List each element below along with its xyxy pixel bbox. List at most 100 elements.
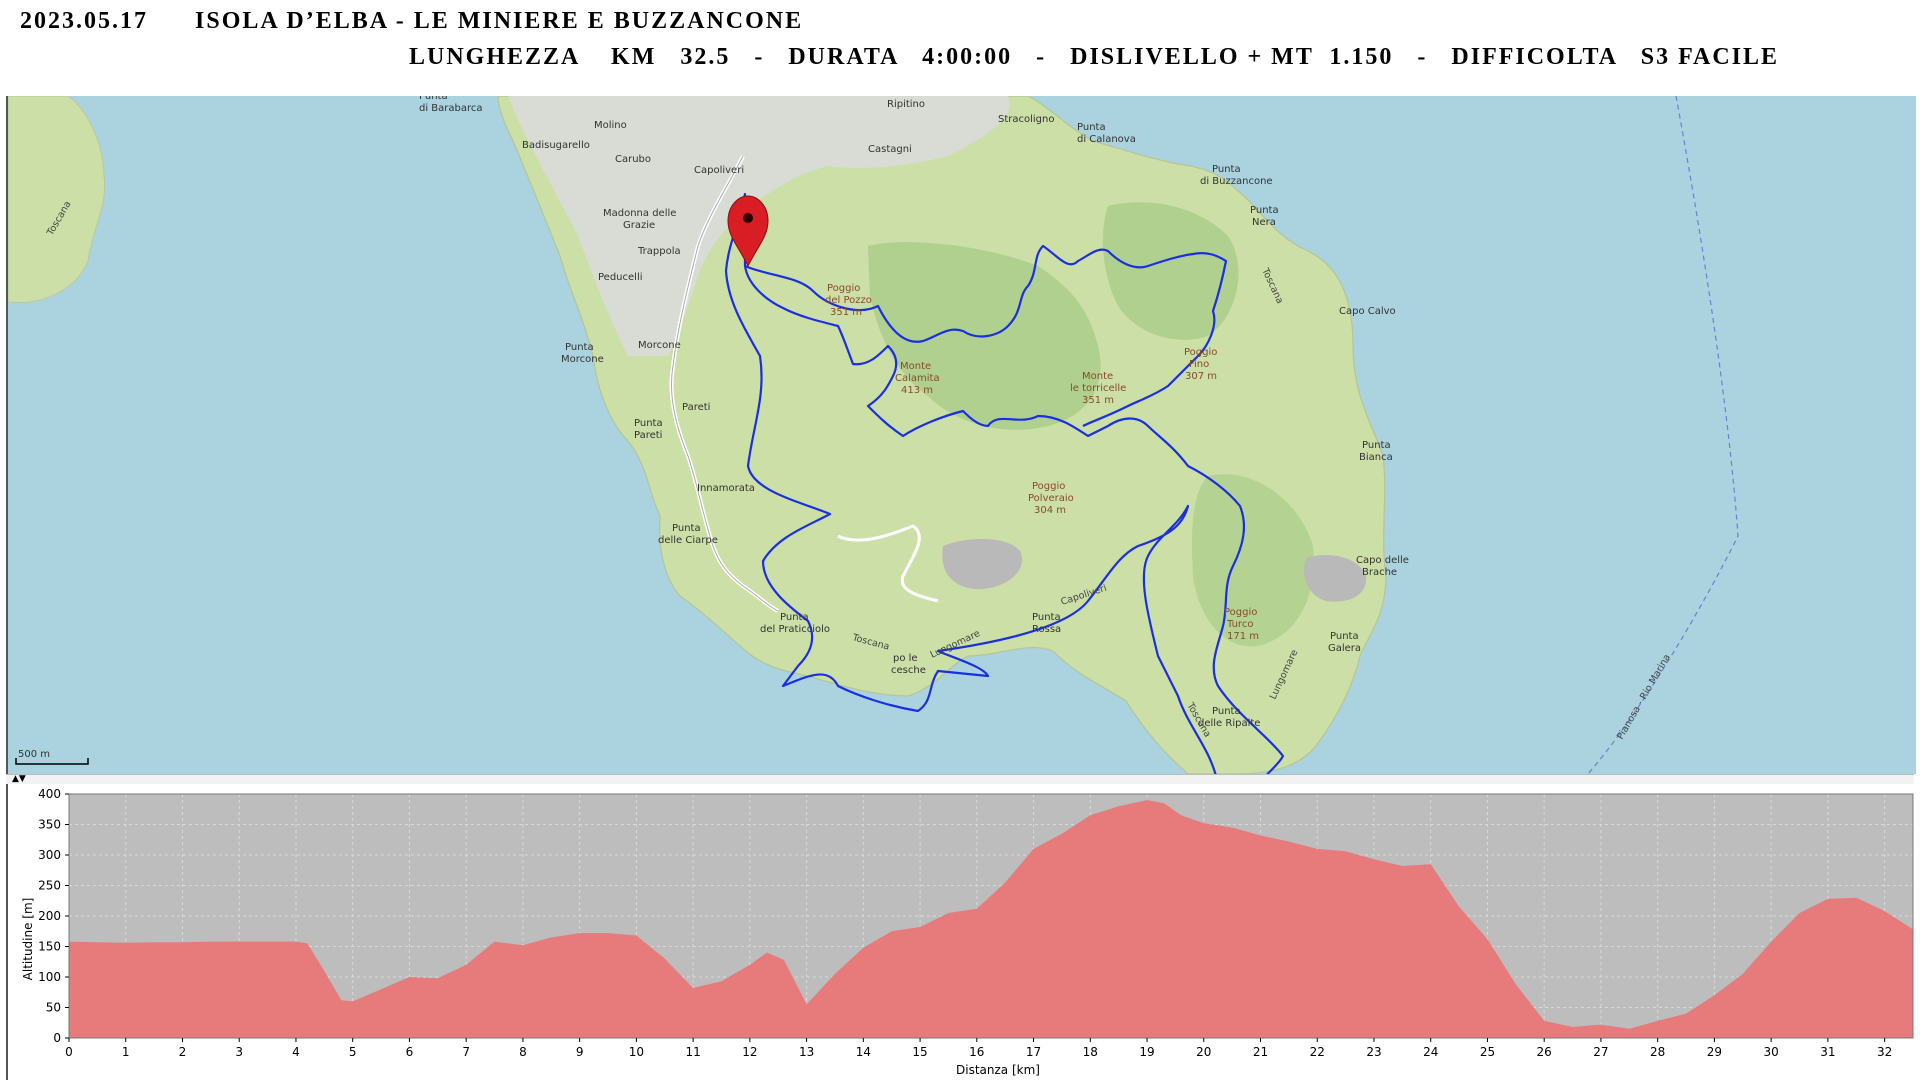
x-tick-label: 4 — [292, 1045, 300, 1059]
place-label: delle Ciarpe — [658, 535, 718, 546]
peak-label: Poggio — [1224, 607, 1257, 618]
peak-label: 351 m — [830, 307, 862, 318]
peak-label: 307 m — [1185, 371, 1217, 382]
place-label: Rossa — [1032, 624, 1061, 635]
x-axis-label: Distanza [km] — [956, 1063, 1040, 1077]
x-tick-label: 31 — [1820, 1045, 1835, 1059]
peak-label: Turco — [1226, 619, 1253, 630]
place-label: Castagni — [868, 144, 912, 155]
place-label: Badisugarello — [522, 140, 590, 151]
y-axis: 0 50 100 150 200 250 300 350 400 — [38, 787, 69, 1045]
place-label: Morcone — [561, 354, 604, 365]
x-tick-label: 0 — [65, 1045, 73, 1059]
x-tick-label: 9 — [576, 1045, 584, 1059]
x-tick-label: 21 — [1253, 1045, 1268, 1059]
scale-label: 500 m — [18, 749, 50, 760]
x-tick-label: 6 — [406, 1045, 414, 1059]
place-label: Grazie — [623, 220, 655, 231]
peak-label: le torricelle — [1070, 383, 1126, 394]
place-label: Punta — [780, 612, 809, 623]
place-label: Peducelli — [598, 272, 643, 283]
x-tick-label: 20 — [1196, 1045, 1211, 1059]
elevation-profile-panel: 0 50 100 150 200 250 300 350 400 0 1 2 3 4 5 6 7 8 9 10 11 1… — [6, 784, 1916, 1080]
peak-label: Monte — [900, 361, 931, 372]
y-tick-label: 300 — [38, 848, 61, 862]
place-label: Bianca — [1359, 452, 1393, 463]
x-tick-label: 23 — [1366, 1045, 1381, 1059]
peak-label: Poggio — [1184, 347, 1217, 358]
x-tick-label: 15 — [912, 1045, 927, 1059]
place-label: Pareti — [682, 402, 710, 413]
x-tick-label: 22 — [1310, 1045, 1325, 1059]
peak-label: Fino — [1189, 359, 1209, 370]
place-label: Punta — [1212, 164, 1241, 175]
x-tick-label: 17 — [1026, 1045, 1041, 1059]
place-label: Punta — [1362, 440, 1391, 451]
place-label: di Barabarca — [419, 103, 483, 114]
place-label: Punta — [1032, 612, 1061, 623]
y-tick-label: 150 — [38, 940, 61, 954]
x-tick-label: 10 — [629, 1045, 644, 1059]
x-tick-label: 19 — [1139, 1045, 1154, 1059]
x-tick-label: 24 — [1423, 1045, 1438, 1059]
place-label: po le — [893, 653, 918, 664]
map-panel[interactable]: 500 m Punta di Barabarca Molino Ripitino Str… — [6, 96, 1916, 774]
x-tick-label: 26 — [1537, 1045, 1552, 1059]
peak-label: Poggio — [827, 283, 860, 294]
x-tick-label: 3 — [235, 1045, 243, 1059]
y-tick-label: 100 — [38, 970, 61, 984]
place-label: Capoliveri — [694, 165, 744, 176]
peak-label: 413 m — [901, 385, 933, 396]
x-tick-label: 32 — [1877, 1045, 1892, 1059]
place-label: Punta — [419, 96, 448, 102]
place-label: Capo Calvo — [1339, 306, 1396, 317]
y-tick-label: 0 — [53, 1031, 61, 1045]
x-tick-label: 1 — [122, 1045, 130, 1059]
route-date: 2023.05.17 — [20, 8, 148, 34]
place-label: Punta — [1077, 122, 1106, 133]
place-label: Galera — [1328, 643, 1361, 654]
place-label: Trappola — [637, 246, 681, 257]
x-tick-label: 14 — [856, 1045, 871, 1059]
x-tick-label: 27 — [1593, 1045, 1608, 1059]
place-label: Punta — [565, 342, 594, 353]
peak-label: del Pozzo — [825, 295, 872, 306]
y-axis-label: Altitudine [m] — [21, 898, 35, 981]
peak-label: Monte — [1082, 371, 1113, 382]
place-label: di Calanova — [1077, 134, 1136, 145]
peak-label: Poggio — [1032, 481, 1065, 492]
place-label: Morcone — [638, 340, 681, 351]
x-tick-label: 13 — [799, 1045, 814, 1059]
place-label: Punta — [1250, 205, 1279, 216]
x-tick-label: 29 — [1707, 1045, 1722, 1059]
peak-label: 351 m — [1082, 395, 1114, 406]
route-title: ISOLA D’ELBA - LE MINIERE E BUZZANCONE — [195, 8, 804, 34]
place-label: di Buzzancone — [1200, 176, 1273, 187]
x-tick-label: 11 — [685, 1045, 700, 1059]
y-tick-label: 50 — [46, 1001, 61, 1015]
collapse-arrows-icon[interactable]: ▲▼ — [12, 775, 26, 784]
place-label: Punta — [1212, 706, 1241, 717]
place-label: Brache — [1362, 567, 1397, 578]
place-label: del Praticciolo — [760, 624, 830, 635]
place-label: Molino — [594, 120, 627, 131]
x-axis: 0 1 2 3 4 5 6 7 8 9 10 11 12 13 14 15 16 17 18 19 20 21 22 23 24… — [65, 1038, 1892, 1059]
peak-label: 171 m — [1227, 631, 1259, 642]
x-tick-label: 7 — [462, 1045, 470, 1059]
place-label: Madonna delle — [603, 208, 676, 219]
place-label: Innamorata — [697, 483, 755, 494]
place-label: Ripitino — [887, 99, 925, 110]
route-stats: LUNGHEZZA KM 32.5 - DURATA 4:00:00 - DIS… — [409, 44, 1780, 70]
place-label: Carubo — [615, 154, 651, 165]
x-tick-label: 18 — [1083, 1045, 1098, 1059]
x-tick-label: 30 — [1764, 1045, 1779, 1059]
x-tick-label: 2 — [179, 1045, 187, 1059]
x-tick-label: 8 — [519, 1045, 527, 1059]
peak-label: Polveraio — [1028, 493, 1074, 504]
x-tick-label: 16 — [969, 1045, 984, 1059]
peak-label: 304 m — [1034, 505, 1066, 516]
x-tick-label: 28 — [1650, 1045, 1665, 1059]
place-label: Punta — [672, 523, 701, 534]
x-tick-label: 12 — [742, 1045, 757, 1059]
y-tick-label: 350 — [38, 818, 61, 832]
